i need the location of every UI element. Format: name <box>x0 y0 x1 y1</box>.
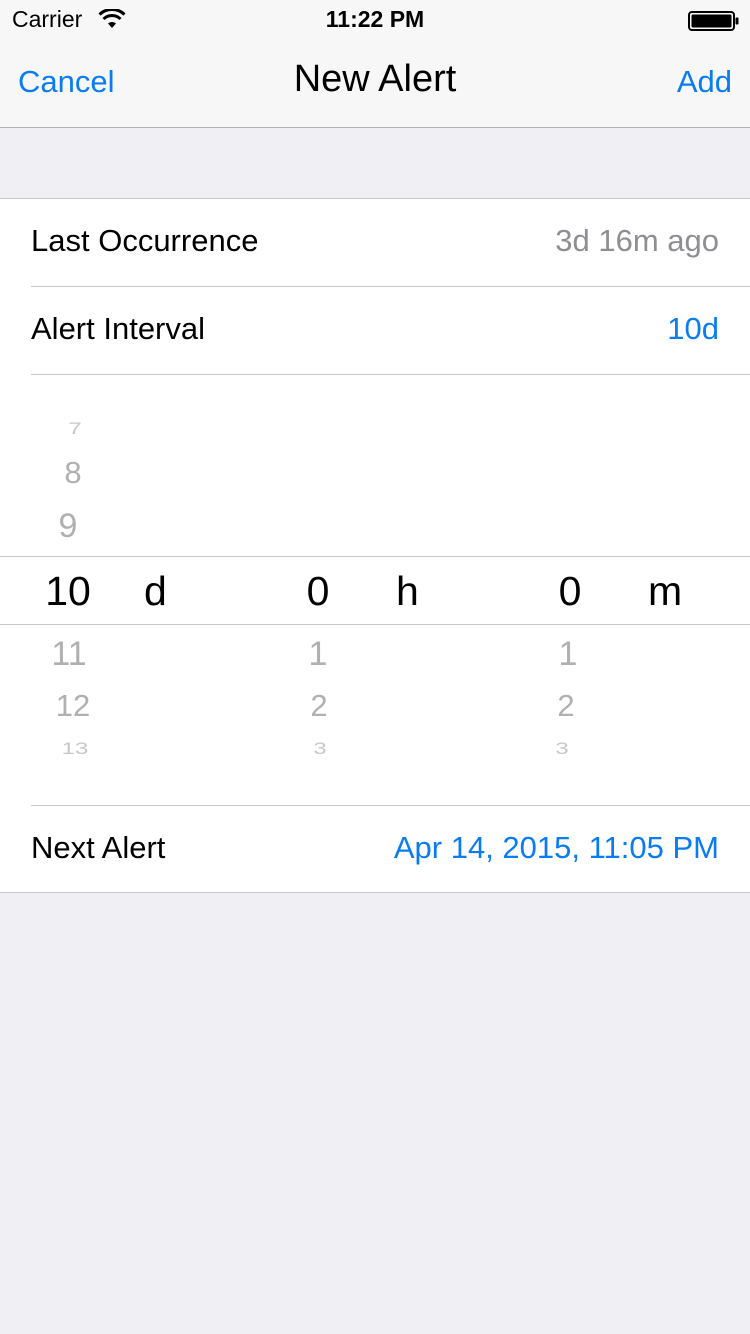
last-occurrence-row: Last Occurrence 3d 16m ago <box>0 199 750 287</box>
picker-value[interactable]: 3 <box>547 739 577 759</box>
next-alert-value[interactable]: Apr 14, 2015, 11:05 PM <box>394 830 719 866</box>
alert-interval-value[interactable]: 10d <box>667 311 719 347</box>
picker-value[interactable]: 1 <box>302 635 334 674</box>
picker-value[interactable]: 1 <box>552 635 584 674</box>
picker-selection-band <box>0 556 750 625</box>
status-bar: Carrier 11:22 PM <box>0 0 750 40</box>
picker-unit-hours: h <box>396 568 419 614</box>
interval-picker[interactable]: 7 8 9 10 11 12 13 d 0 1 2 3 h 0 1 2 3 m <box>0 375 750 805</box>
picker-value[interactable]: 13 <box>52 739 98 759</box>
add-button[interactable]: Add <box>677 64 732 100</box>
picker-selected-days[interactable]: 10 <box>36 568 100 615</box>
next-alert-row[interactable]: Next Alert Apr 14, 2015, 11:05 PM <box>0 806 750 894</box>
alert-settings-group: Last Occurrence 3d 16m ago Alert Interva… <box>0 198 750 893</box>
battery-icon <box>688 11 739 31</box>
alert-interval-label: Alert Interval <box>31 311 206 346</box>
picker-value[interactable]: 12 <box>48 688 98 724</box>
picker-value[interactable]: 2 <box>303 688 335 724</box>
picker-value[interactable]: 7 <box>60 419 90 439</box>
next-alert-label: Next Alert <box>31 830 166 865</box>
picker-value[interactable]: 8 <box>55 455 91 491</box>
page-title: New Alert <box>293 58 457 100</box>
picker-unit-minutes: m <box>648 568 683 614</box>
picker-value[interactable]: 2 <box>550 688 582 724</box>
picker-selected-minutes[interactable]: 0 <box>552 568 588 615</box>
navigation-bar: Carrier 11:22 PM Cancel New Alert Add <box>0 0 750 128</box>
alert-interval-row[interactable]: Alert Interval 10d <box>0 287 750 375</box>
last-occurrence-value: 3d 16m ago <box>555 223 719 258</box>
picker-value[interactable]: 11 <box>44 635 94 674</box>
status-time: 11:22 PM <box>325 6 425 32</box>
picker-value[interactable]: 3 <box>305 739 335 759</box>
picker-unit-days: d <box>144 568 167 614</box>
picker-selected-hours[interactable]: 0 <box>300 568 336 615</box>
last-occurrence-label: Last Occurrence <box>31 223 259 258</box>
picker-value[interactable]: 9 <box>50 507 86 546</box>
